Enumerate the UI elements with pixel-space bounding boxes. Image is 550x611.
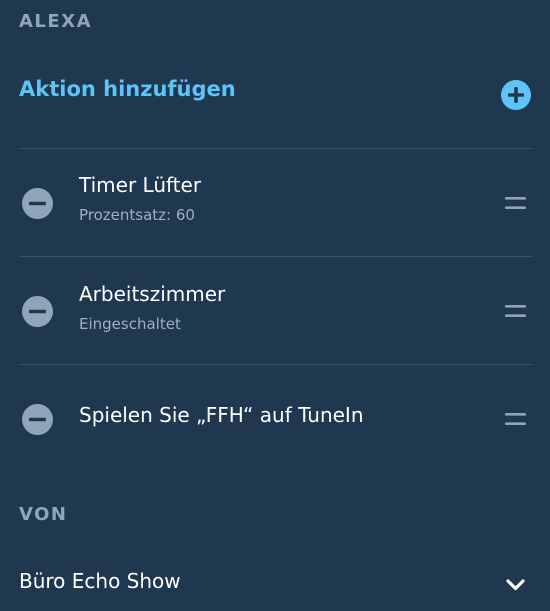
section-label-von: VON	[19, 504, 68, 525]
action-title: Arbeitszimmer	[79, 282, 226, 306]
plus-circle-icon[interactable]	[501, 80, 531, 110]
minus-circle-icon[interactable]	[22, 188, 53, 219]
device-name: Büro Echo Show	[19, 569, 181, 593]
action-subtitle: Eingeschaltet	[79, 315, 181, 333]
add-action-row[interactable]: Aktion hinzufügen	[0, 66, 550, 126]
action-subtitle: Prozentsatz: 60	[79, 206, 195, 224]
section-label-alexa: ALEXA	[19, 11, 93, 32]
drag-handle-icon[interactable]	[505, 412, 526, 426]
action-title: Spielen Sie „FFH“ auf TuneIn	[79, 403, 364, 427]
drag-handle-icon[interactable]	[505, 304, 526, 318]
chevron-down-icon[interactable]	[505, 578, 526, 592]
action-item-arbeitszimmer[interactable]: Arbeitszimmer Eingeschaltet	[0, 257, 550, 363]
drag-handle-icon[interactable]	[505, 196, 526, 210]
add-action-label: Aktion hinzufügen	[19, 77, 236, 101]
device-selector[interactable]: Büro Echo Show	[0, 556, 550, 611]
minus-circle-icon[interactable]	[22, 296, 53, 327]
action-item-timer-luefter[interactable]: Timer Lüfter Prozentsatz: 60	[0, 149, 550, 255]
action-title: Timer Lüfter	[79, 173, 202, 197]
action-item-tunein[interactable]: Spielen Sie „FFH“ auf TuneIn	[0, 365, 550, 471]
minus-circle-icon[interactable]	[22, 404, 53, 435]
